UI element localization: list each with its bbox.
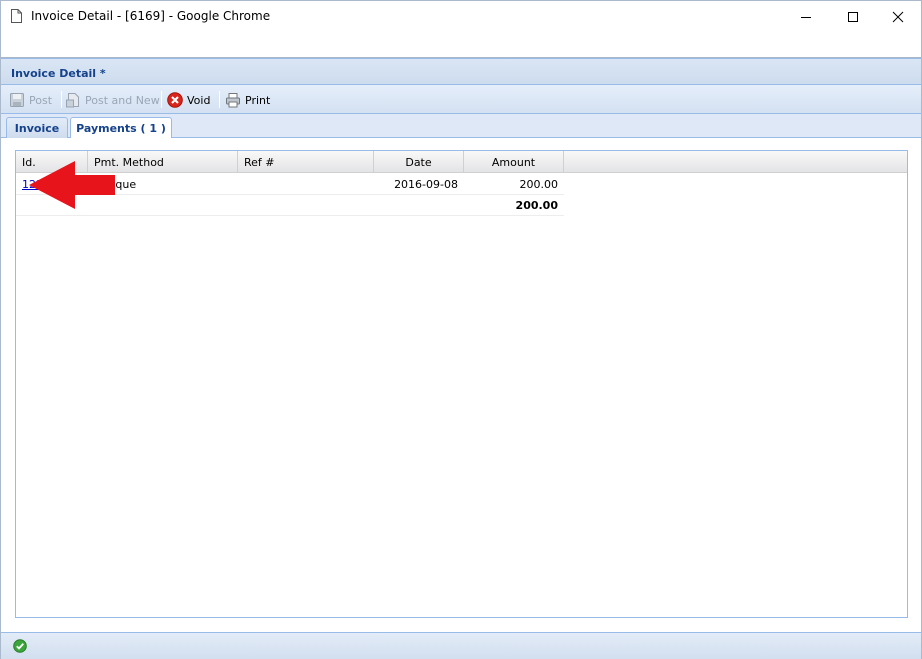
address-bar: [1, 32, 921, 58]
grid-header: Id. Pmt. Method Ref # Date Amount: [16, 151, 907, 173]
window-title: Invoice Detail - [6169] - Google Chrome: [31, 9, 271, 23]
status-bar: [1, 632, 921, 659]
column-header-date[interactable]: Date: [374, 151, 464, 173]
post-and-new-button[interactable]: Post and New: [65, 90, 160, 110]
column-header-amount[interactable]: Amount: [464, 151, 564, 173]
tab-invoice[interactable]: Invoice: [6, 117, 68, 138]
payments-grid: Id. Pmt. Method Ref # Date Amount 122 Ch…: [15, 150, 908, 618]
toolbar: Post Post and New Void Print: [1, 85, 921, 114]
ref-cell: [238, 174, 374, 194]
maximize-icon: [848, 11, 858, 22]
panel-header: Invoice Detail *: [1, 59, 921, 85]
minimize-icon: [801, 16, 811, 18]
toolbar-separator: [61, 91, 62, 108]
void-label: Void: [187, 93, 211, 107]
print-button[interactable]: Print: [225, 90, 270, 110]
toolbar-separator: [161, 91, 162, 108]
browser-window: Invoice Detail - [6169] - Google Chrome …: [0, 0, 922, 659]
total-amount: 200.00: [515, 198, 558, 212]
new-document-icon: [66, 93, 79, 108]
toolbar-separator: [219, 91, 220, 108]
tab-strip: Invoice Payments ( 1 ): [1, 114, 921, 139]
document-icon: [11, 9, 22, 23]
tab-payments[interactable]: Payments ( 1 ): [70, 117, 172, 139]
title-bar: Invoice Detail - [6169] - Google Chrome: [1, 1, 921, 32]
close-icon: [892, 11, 904, 22]
save-icon: [10, 93, 24, 107]
amount-cell: 200.00: [519, 177, 559, 191]
printer-icon: [226, 93, 240, 108]
payments-tab-body: Id. Pmt. Method Ref # Date Amount 122 Ch…: [1, 138, 921, 632]
column-header-ref[interactable]: Ref #: [238, 151, 374, 173]
print-label: Print: [245, 93, 271, 107]
close-button[interactable]: [875, 1, 921, 32]
post-and-new-label: Post and New: [85, 93, 160, 107]
panel-title: Invoice Detail *: [11, 67, 106, 80]
maximize-button[interactable]: [830, 1, 876, 32]
void-button[interactable]: Void: [167, 90, 210, 110]
post-button[interactable]: Post: [9, 90, 52, 110]
invoice-detail-panel: Invoice Detail * Post Post and New Void …: [1, 58, 921, 659]
cancel-icon: [167, 92, 183, 108]
check-circle-icon: [13, 639, 27, 653]
date-cell: 2016-09-08: [394, 177, 458, 191]
annotation-arrow-icon: [29, 161, 115, 209]
post-label: Post: [29, 93, 53, 107]
minimize-button[interactable]: [783, 1, 829, 32]
